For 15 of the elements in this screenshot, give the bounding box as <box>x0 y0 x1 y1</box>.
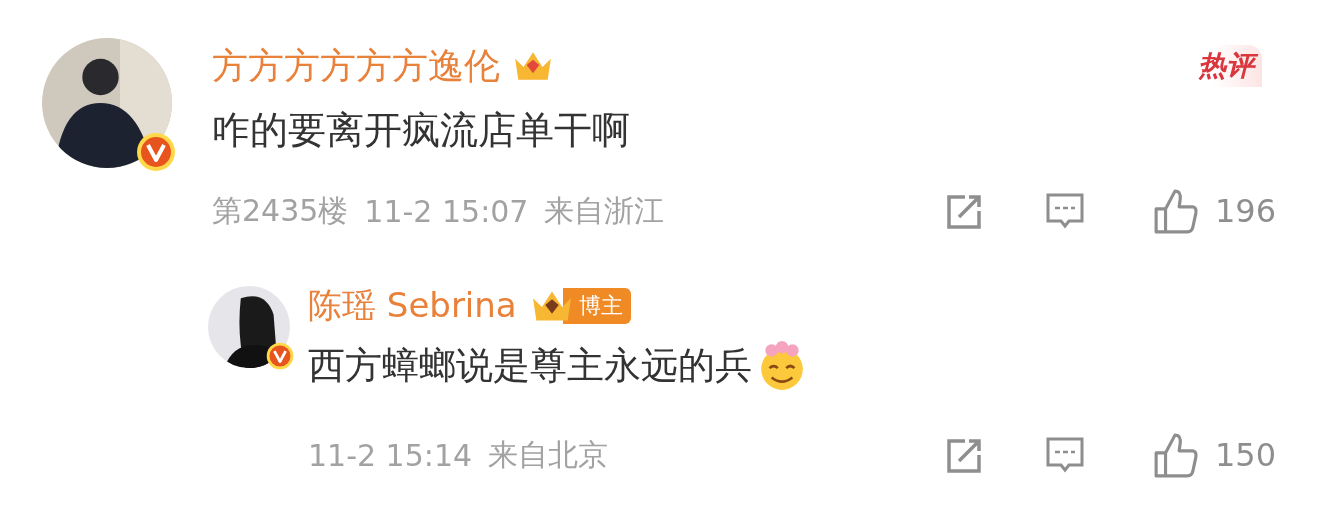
comment-text: 咋的要离开疯流店单干啊 <box>212 107 631 154</box>
username[interactable]: 陈瑶 Sebrina <box>308 283 517 329</box>
timestamp: 11-2 15:14 <box>308 437 473 473</box>
floor-number: 第2435楼 <box>212 191 349 230</box>
thumbs-up-icon[interactable] <box>1152 432 1199 478</box>
comment-icon[interactable] <box>1044 191 1085 231</box>
timestamp: 11-2 15:07 <box>364 193 529 229</box>
username[interactable]: 方方方方方方逸伦 <box>212 41 500 91</box>
location: 来自北京 <box>488 435 609 474</box>
comment-icon[interactable] <box>1044 435 1085 475</box>
reply-text: 西方蟑螂说是尊主永远的兵 <box>308 343 752 389</box>
like-count: 150 <box>1214 436 1276 474</box>
thumbs-up-icon[interactable] <box>1152 188 1199 234</box>
location: 来自浙江 <box>544 191 665 230</box>
like-count: 196 <box>1214 192 1276 230</box>
